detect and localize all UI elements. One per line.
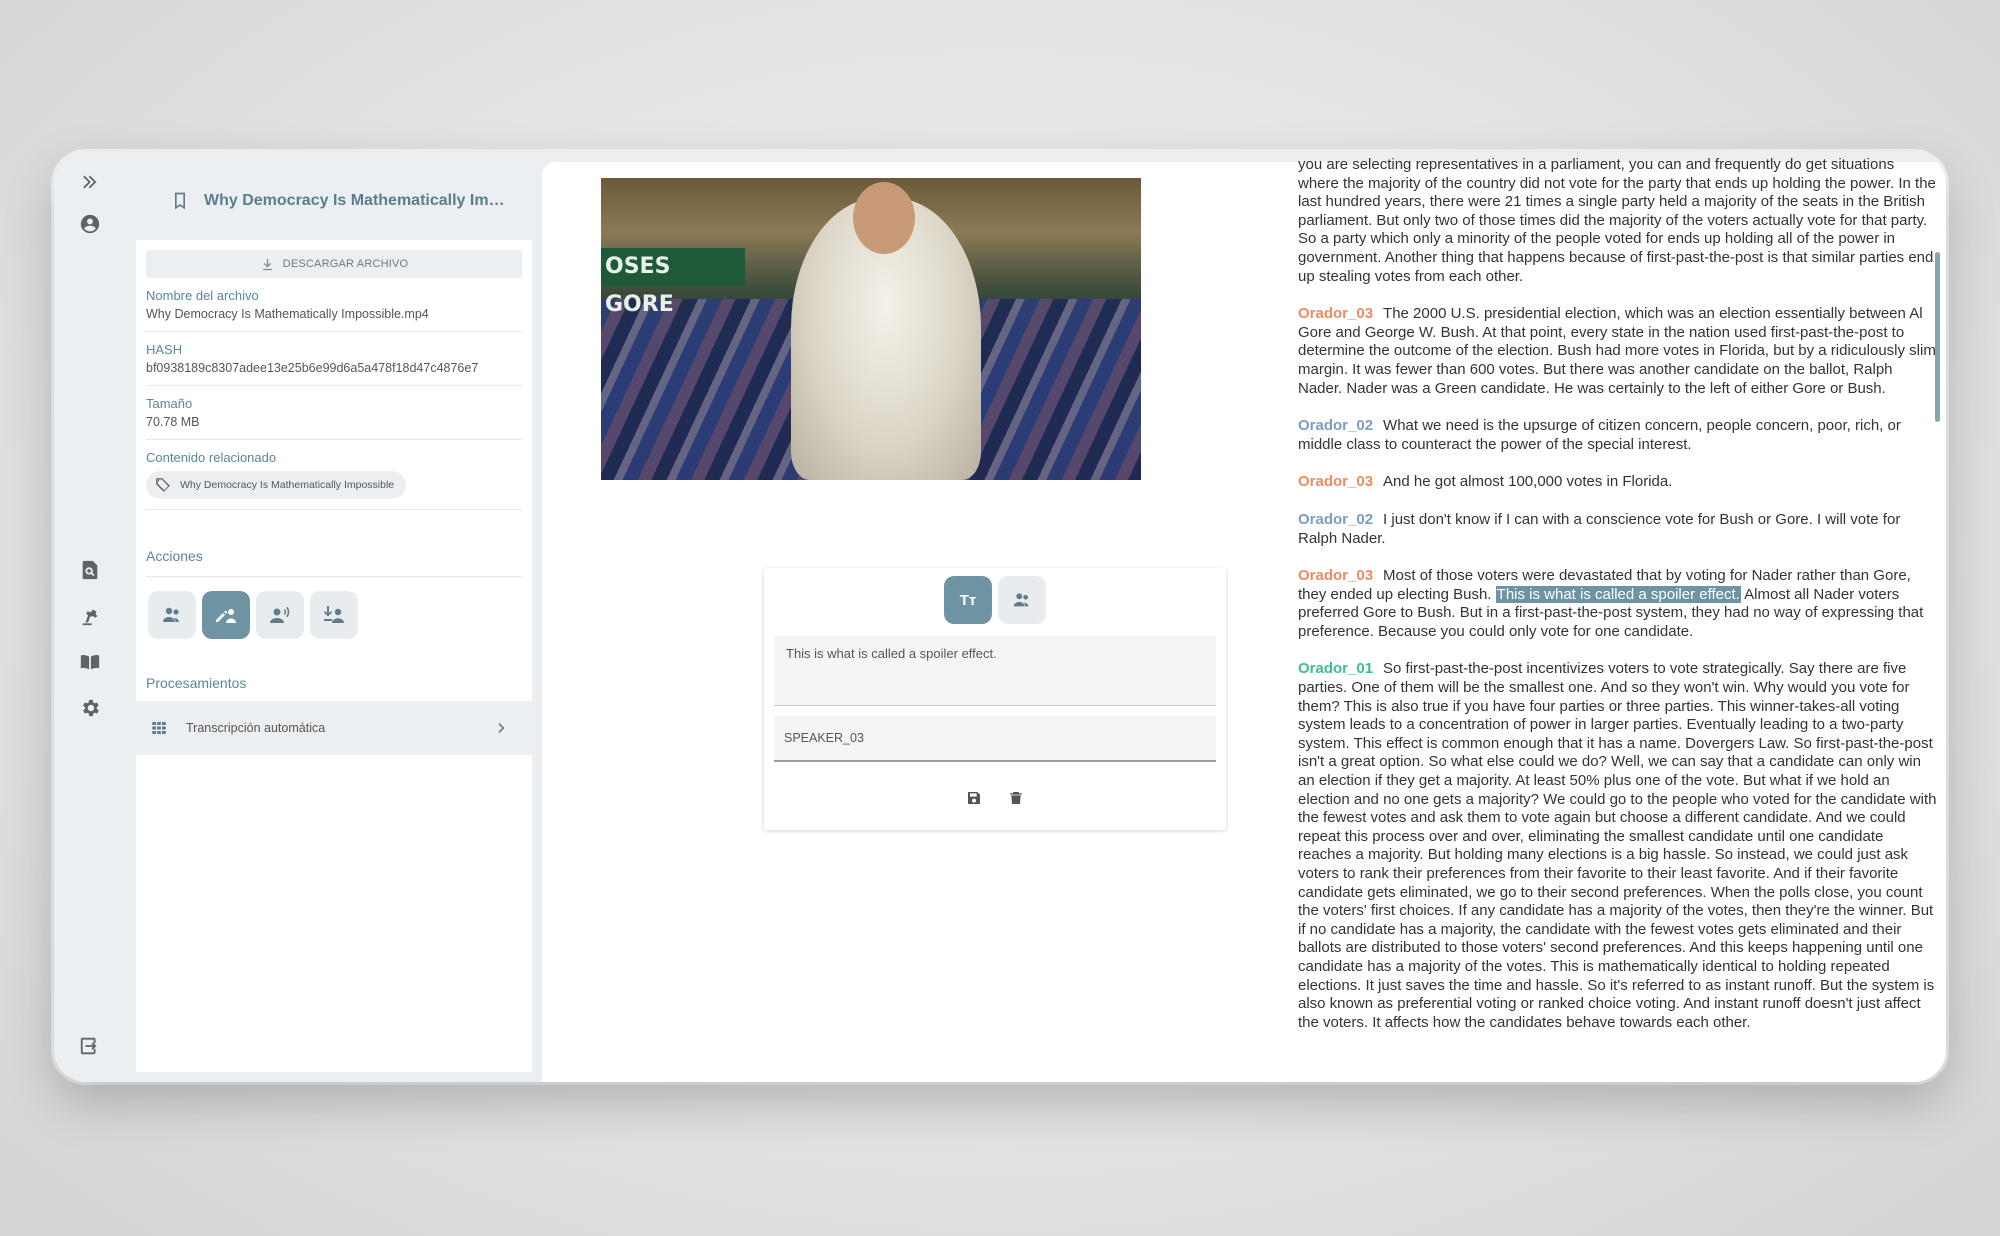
people-icon bbox=[1013, 593, 1029, 607]
hash-value: bf0938189c8307adee13e25b6e99d6a5a478f18d… bbox=[146, 361, 479, 375]
content-card: OSES GORE Tт This is what is called a sp… bbox=[542, 156, 1946, 1082]
size-field: Tamaño 70.78 MB bbox=[146, 386, 522, 440]
document-search-icon[interactable] bbox=[76, 556, 104, 584]
editor-tools bbox=[764, 790, 1226, 806]
speaker-tag[interactable]: Orador_02 bbox=[1298, 417, 1373, 434]
hash-label: HASH bbox=[146, 342, 183, 357]
trash-icon[interactable] bbox=[1008, 790, 1024, 806]
transcript-text: you are selecting representatives in a p… bbox=[1298, 156, 1936, 285]
robot-arm-icon[interactable] bbox=[76, 602, 104, 630]
double-chevron-right-icon[interactable] bbox=[76, 168, 104, 196]
transcript-text: What we need is the upsurge of citizen c… bbox=[1298, 417, 1901, 453]
file-name-label: Nombre del archivo bbox=[146, 288, 259, 303]
book-icon[interactable] bbox=[76, 648, 104, 676]
speaker-tag[interactable]: Orador_03 bbox=[1298, 473, 1373, 490]
related-chip-label: Why Democracy Is Mathematically Impossib… bbox=[180, 479, 395, 491]
app-window: Why Democracy Is Mathematically Impo... … bbox=[54, 152, 1946, 1082]
logout-icon[interactable] bbox=[76, 1032, 104, 1060]
grid-icon bbox=[152, 722, 166, 734]
transcript-paragraph[interactable]: you are selecting representatives in a p… bbox=[1298, 156, 1938, 286]
auto-transcription-label: Transcripción automática bbox=[186, 721, 326, 735]
transcript-scrollbar[interactable] bbox=[1935, 252, 1940, 422]
download-speaker-action-button[interactable] bbox=[310, 591, 358, 639]
tag-icon bbox=[156, 478, 170, 492]
related-content-label: Contenido relacionado bbox=[146, 450, 277, 465]
download-label: DESCARGAR ARCHIVO bbox=[282, 258, 409, 270]
related-content-field: Contenido relacionado Why Democracy Is M… bbox=[146, 440, 522, 510]
save-icon[interactable] bbox=[966, 790, 982, 806]
speakers-action-button[interactable] bbox=[148, 591, 196, 639]
speaker-tag[interactable]: Orador_03 bbox=[1298, 305, 1373, 322]
hash-field: HASH bf0938189c8307adee13e25b6e99d6a5a47… bbox=[146, 332, 522, 386]
file-name-value: Why Democracy Is Mathematically Impossib… bbox=[146, 307, 429, 321]
video-player[interactable]: OSES GORE bbox=[601, 178, 1141, 480]
actions-toolbar bbox=[148, 591, 532, 639]
segment-editor: Tт This is what is called a spoiler effe… bbox=[764, 568, 1226, 830]
processing-heading: Procesamientos bbox=[146, 675, 247, 691]
edit-speaker-icon bbox=[216, 609, 236, 623]
transcript-text: And he got almost 100,000 votes in Flori… bbox=[1383, 473, 1673, 491]
transcript-paragraph[interactable]: Orador_01 So first-past-the-post incentiv… bbox=[1298, 660, 1938, 1032]
transcript-paragraph[interactable]: Orador_02 What we need is the upsurge of … bbox=[1298, 417, 1938, 454]
size-label: Tamaño bbox=[146, 396, 193, 411]
speaker-voice-action-button[interactable] bbox=[256, 591, 304, 639]
file-details-panel: Why Democracy Is Mathematically Impo... … bbox=[136, 162, 532, 1072]
auto-transcription-item[interactable]: Transcripción automática bbox=[136, 701, 532, 755]
related-content-chip[interactable]: Why Democracy Is Mathematically Impossib… bbox=[146, 471, 407, 499]
transcript-text: So first-past-the-post incentivizes vote… bbox=[1298, 660, 1937, 1031]
speaker-tag[interactable]: Orador_02 bbox=[1298, 511, 1373, 528]
people-icon bbox=[163, 607, 179, 622]
text-mode-button[interactable]: Tт bbox=[944, 576, 992, 624]
file-header: Why Democracy Is Mathematically Impo... bbox=[136, 162, 532, 240]
download-file-button[interactable]: DESCARGAR ARCHIVO bbox=[146, 250, 522, 278]
account-circle-icon[interactable] bbox=[76, 210, 104, 238]
file-name-field: Nombre del archivo Why Democracy Is Math… bbox=[146, 278, 522, 332]
selected-segment[interactable]: This is what is called a spoiler effect. bbox=[1495, 585, 1741, 603]
editor-mode-toggle: Tт bbox=[764, 576, 1226, 624]
video-frame-banner: OSES GORE bbox=[601, 248, 745, 317]
transcript-paragraph[interactable]: Orador_03 And he got almost 100,000 votes… bbox=[1298, 473, 1938, 492]
speaker-input[interactable]: SPEAKER_03 bbox=[774, 716, 1216, 762]
speaker-tag[interactable]: Orador_01 bbox=[1298, 660, 1373, 677]
gear-icon[interactable] bbox=[76, 694, 104, 722]
voice-speaker-icon bbox=[270, 606, 290, 623]
download-icon bbox=[262, 258, 272, 270]
transcript-panel: you are selecting representatives in a p… bbox=[1298, 156, 1938, 1082]
actions-heading: Acciones bbox=[146, 548, 522, 577]
transcript-paragraph[interactable]: Orador_03 Most of those voters were devas… bbox=[1298, 567, 1938, 641]
bookmark-icon[interactable] bbox=[170, 191, 190, 211]
transcript-text: I just don't know if I can with a consci… bbox=[1298, 510, 1901, 547]
file-title: Why Democracy Is Mathematically Impo... bbox=[204, 192, 514, 209]
edit-speaker-action-button[interactable] bbox=[202, 591, 250, 639]
speaker-tag[interactable]: Orador_03 bbox=[1298, 567, 1373, 584]
nav-rail bbox=[54, 152, 126, 1082]
transcript-text: The 2000 U.S. presidential election, whi… bbox=[1298, 305, 1936, 397]
size-value: 70.78 MB bbox=[146, 415, 200, 429]
speaker-mode-button[interactable] bbox=[998, 576, 1046, 624]
segment-text-input[interactable]: This is what is called a spoiler effect. bbox=[774, 636, 1216, 706]
video-frame-head bbox=[853, 182, 915, 254]
main-area: OSES GORE Tт This is what is called a sp… bbox=[532, 156, 1946, 1082]
download-speaker-icon bbox=[323, 606, 344, 623]
chevron-right-icon bbox=[498, 723, 505, 733]
transcript-paragraph[interactable]: Orador_02 I just don't know if I can with… bbox=[1298, 511, 1938, 548]
transcript-paragraph[interactable]: Orador_03 The 2000 U.S. presidential elec… bbox=[1298, 305, 1938, 398]
